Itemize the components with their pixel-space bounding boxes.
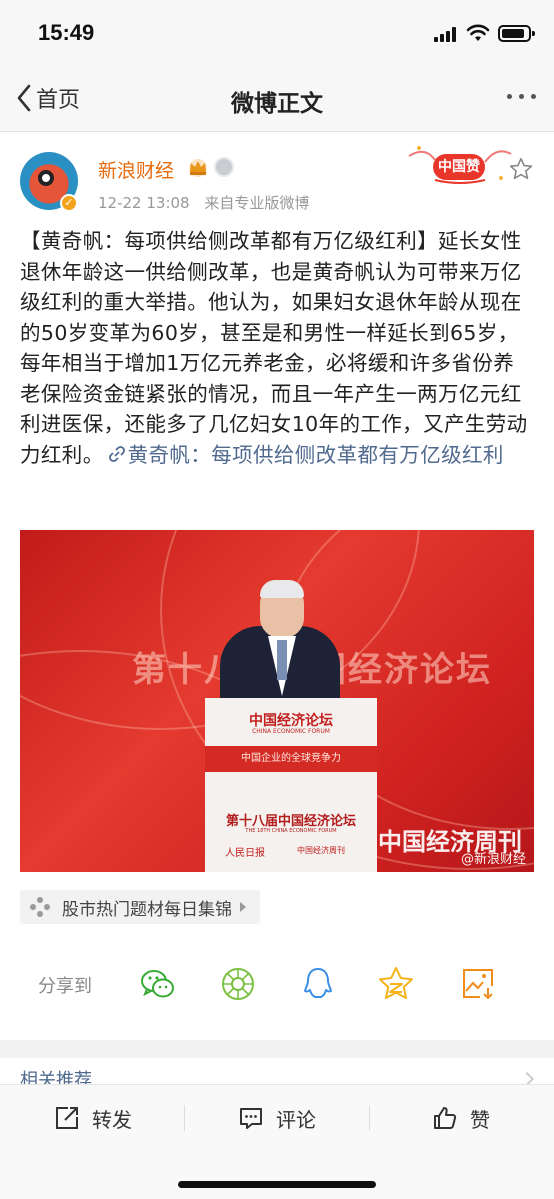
page-title: 微博正文 (231, 91, 323, 117)
promo-badge-text: 中国赞 (433, 154, 485, 180)
status-time: 15:49 (38, 20, 95, 45)
share-row: 分享到 (0, 954, 554, 1014)
more-icon[interactable] (507, 94, 536, 99)
comment-icon (240, 1108, 262, 1129)
qq-icon[interactable] (298, 964, 338, 1004)
share-label: 分享到 (38, 976, 92, 997)
repost-icon (56, 1107, 78, 1129)
post-meta: 12-22 13:08 来自专业版微博 (98, 192, 309, 213)
home-indicator[interactable] (178, 1181, 376, 1188)
link-icon (108, 445, 125, 462)
status-bar: 15:49 (0, 0, 554, 62)
photo-watermark: @新浪财经 (460, 852, 526, 867)
podium-logo: 中国经济论坛 (249, 713, 333, 729)
post-source: 来自专业版微博 (204, 194, 310, 212)
podium-sponsor: 人民日报 (225, 848, 265, 859)
podium-event-en: THE 18TH CHINA ECONOMIC FORUM (245, 828, 337, 834)
podium-subtitle: CHINA ECONOMIC FORUM (252, 728, 330, 735)
wifi-icon (466, 24, 490, 41)
avatar-eye-graphic (38, 170, 54, 186)
podium-event: 第十八届中国经济论坛 (225, 814, 356, 829)
verified-icon: ✓ (60, 194, 78, 212)
thumbs-up-icon (434, 1107, 457, 1129)
promo-badge[interactable]: 中国赞 (405, 142, 515, 188)
account-name[interactable]: 新浪财经 (98, 156, 174, 183)
comment-button[interactable]: 评论 (238, 1103, 316, 1133)
wechat-icon[interactable] (138, 964, 178, 1004)
chevron-right-icon (240, 902, 246, 912)
repost-button[interactable]: 转发 (54, 1103, 132, 1133)
divider (369, 1105, 370, 1131)
crown-icon[interactable] (186, 157, 210, 177)
battery-icon (498, 25, 535, 42)
post-header: ✓ 新浪财经 12-22 13:08 来自专业版微博 中国赞 (0, 132, 554, 222)
moments-icon[interactable] (218, 964, 258, 1004)
nav-bar: 首页 微博正文 (0, 62, 554, 132)
post-body: 【黄奇帆：每项供给侧改革都有万亿级红利】延长女性退休年龄这一供给侧改革，也是黄奇… (20, 226, 534, 470)
podium-band: 中国企业的全球竞争力 (205, 746, 377, 772)
topic-label: 股市热门题材每日集锦 (62, 899, 232, 920)
post-text: 【黄奇帆：每项供给侧改革都有万亿级红利】延长女性退休年龄这一供给侧改革，也是黄奇… (20, 229, 528, 467)
divider (184, 1105, 185, 1131)
speaker-hair-graphic (260, 580, 304, 598)
save-image-icon[interactable] (458, 964, 498, 1004)
repost-label: 转发 (92, 1107, 132, 1132)
comment-label: 评论 (276, 1107, 316, 1132)
action-bar: 转发 评论 赞 (0, 1084, 554, 1199)
podium: 中国经济论坛 CHINA ECONOMIC FORUM 中国企业的全球竞争力 第… (205, 698, 377, 872)
section-divider (0, 1040, 554, 1058)
like-label: 赞 (470, 1107, 490, 1132)
podium-sponsor-2: 中国经济周刊 (297, 846, 345, 855)
speaker-tie-graphic (277, 640, 287, 680)
topic-tag[interactable]: 股市热门题材每日集锦 (20, 890, 260, 924)
like-button[interactable]: 赞 (432, 1103, 490, 1133)
qzone-icon[interactable] (376, 964, 416, 1004)
article-link[interactable]: 黄奇帆：每项供给侧改革都有万亿级红利 (128, 443, 504, 467)
post-time: 12-22 13:08 (98, 194, 190, 212)
post-image[interactable]: 第十八届中国经济论坛 中国经济论坛 CHINA ECONOMIC FORUM 中… (20, 530, 534, 872)
signal-icon (434, 26, 460, 42)
topic-icon (30, 897, 50, 917)
medal-icon[interactable] (214, 157, 234, 177)
star-icon[interactable] (508, 156, 534, 182)
